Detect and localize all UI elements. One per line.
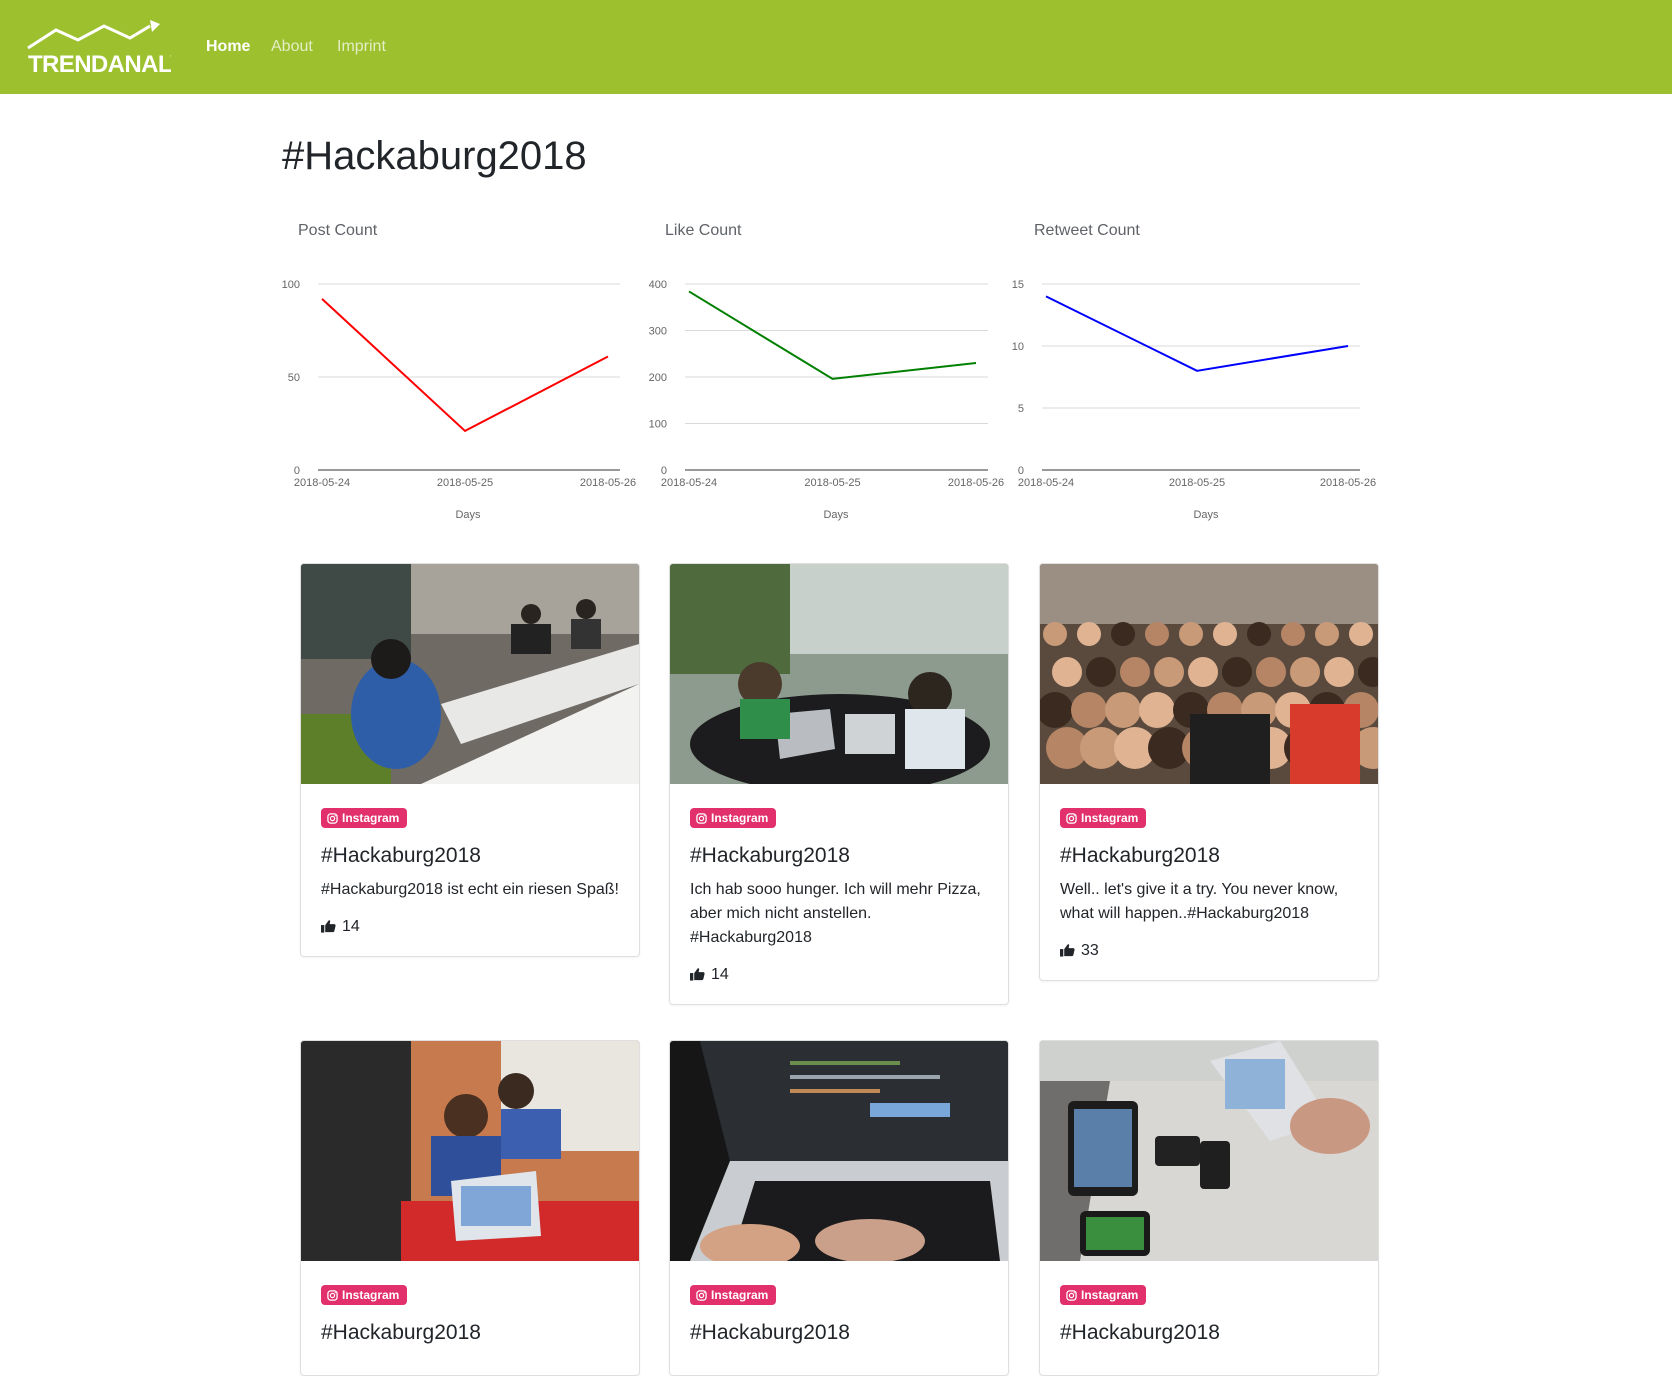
like-count-ytick-label: 200 xyxy=(649,372,667,384)
thumbs-up-icon xyxy=(690,968,705,981)
thumbs-up-icon xyxy=(1060,944,1075,957)
source-badge-label: Instagram xyxy=(342,1288,400,1302)
post-count-chart-title: Post Count xyxy=(298,222,378,239)
like-count: 33 xyxy=(1060,942,1358,960)
post-text: Ich hab sooo hunger. Ich will mehr Pizza… xyxy=(690,881,981,946)
instagram-icon xyxy=(1066,813,1077,824)
source-badge-label: Instagram xyxy=(711,1288,769,1302)
post-count-xtick-label: 2018-05-26 xyxy=(580,477,636,489)
nav-home[interactable]: Home xyxy=(206,38,250,56)
post-text: #Hackaburg2018 ist echt ein riesen Spaß! xyxy=(321,881,619,898)
instagram-icon xyxy=(1066,1290,1077,1301)
retweet-count-ytick-label: 10 xyxy=(1012,341,1024,353)
instagram-icon xyxy=(327,813,338,824)
nav-about[interactable]: About xyxy=(271,38,313,56)
retweet-count-chart: 0 5 10 15 2018-05-24 2018-05-25 2018-05-26 Days xyxy=(1012,279,1376,521)
like-count: 14 xyxy=(321,918,619,936)
post-count-series-line xyxy=(321,298,609,433)
post-card[interactable]: Instagram #Hackaburg2018 xyxy=(1039,1040,1379,1376)
post-card[interactable]: Instagram #Hackaburg2018 Ich hab sooo hung… xyxy=(669,563,1009,1005)
source-badge: Instagram xyxy=(1060,1285,1147,1305)
post-title: #Hackaburg2018 xyxy=(321,844,481,867)
post-count-ytick-label: 0 xyxy=(294,465,300,477)
retweet-count-xtick-label: 2018-05-26 xyxy=(1320,477,1376,489)
source-badge-label: Instagram xyxy=(1081,1288,1139,1302)
source-badge: Instagram xyxy=(321,808,408,828)
like-count-chart-title: Like Count xyxy=(665,222,742,239)
like-count: 14 xyxy=(690,966,988,984)
source-badge-label: Instagram xyxy=(711,811,769,825)
post-card-body: Instagram #Hackaburg2018 xyxy=(301,1261,639,1375)
post-photo xyxy=(301,1041,639,1261)
page-title: #Hackaburg2018 xyxy=(282,134,587,178)
retweet-count-chart-title: Retweet Count xyxy=(1034,222,1140,239)
post-card[interactable]: Instagram #Hackaburg2018 Well.. let's give… xyxy=(1039,563,1379,981)
post-count-xtick-label: 2018-05-25 xyxy=(437,477,493,489)
post-card[interactable]: Instagram #Hackaburg2018 xyxy=(669,1040,1009,1376)
post-photo xyxy=(670,564,1008,784)
instagram-icon xyxy=(696,1290,707,1301)
thumbs-up-icon xyxy=(321,920,336,933)
post-title: #Hackaburg2018 xyxy=(321,1321,481,1344)
source-badge: Instagram xyxy=(690,808,777,828)
retweet-count-xtick-label: 2018-05-25 xyxy=(1169,477,1225,489)
retweet-count-ytick-label: 15 xyxy=(1012,279,1024,291)
post-card[interactable]: Instagram #Hackaburg2018 xyxy=(300,1040,640,1376)
like-count-ytick-label: 400 xyxy=(649,279,667,291)
post-count-ytick-label: 50 xyxy=(288,372,300,384)
instagram-icon xyxy=(696,813,707,824)
post-title: #Hackaburg2018 xyxy=(690,1321,850,1344)
nav-imprint[interactable]: Imprint xyxy=(337,38,386,56)
post-title: #Hackaburg2018 xyxy=(690,844,850,867)
post-text: Well.. let's give it a try. You never kn… xyxy=(1060,881,1339,922)
post-title: #Hackaburg2018 xyxy=(1060,844,1220,867)
like-count-value: 14 xyxy=(711,966,729,983)
source-badge: Instagram xyxy=(1060,808,1147,828)
like-count-value: 14 xyxy=(342,918,360,935)
navbar: TRENDANALYZER Home About Imprint xyxy=(0,0,1672,94)
source-badge-label: Instagram xyxy=(1081,811,1139,825)
post-count-x-axis-label: Days xyxy=(455,509,481,521)
retweet-count-series-line xyxy=(1045,295,1349,372)
source-badge-label: Instagram xyxy=(342,811,400,825)
post-card-body: Instagram #Hackaburg2018 Ich hab sooo hung… xyxy=(670,784,1008,1004)
like-count-series-line xyxy=(688,290,977,380)
post-photo xyxy=(670,1041,1008,1261)
like-count-xtick-label: 2018-05-25 xyxy=(804,477,860,489)
like-count-ytick-label: 0 xyxy=(661,465,667,477)
post-photo xyxy=(301,564,639,784)
trendanalyzer-logo[interactable]: TRENDANALYZER xyxy=(26,20,171,76)
retweet-count-ytick-label: 0 xyxy=(1018,465,1024,477)
like-count-xtick-label: 2018-05-24 xyxy=(661,477,717,489)
post-card-body: Instagram #Hackaburg2018 #Hackaburg2018 is… xyxy=(301,784,639,956)
like-count-xtick-label: 2018-05-26 xyxy=(948,477,1004,489)
source-badge: Instagram xyxy=(321,1285,408,1305)
like-count-x-axis-label: Days xyxy=(823,509,849,521)
post-count-ytick-label: 100 xyxy=(282,279,300,291)
post-card-body: Instagram #Hackaburg2018 Well.. let's give… xyxy=(1040,784,1378,980)
post-count-xtick-label: 2018-05-24 xyxy=(294,477,350,489)
post-card-body: Instagram #Hackaburg2018 xyxy=(670,1261,1008,1375)
like-count-ytick-label: 300 xyxy=(649,326,667,338)
instagram-icon xyxy=(327,1290,338,1301)
post-count-chart: 0 50 100 2018-05-24 2018-05-25 2018-05-26 Days xyxy=(282,279,637,521)
svg-text:TRENDANALYZER: TRENDANALYZER xyxy=(28,51,171,76)
post-photo xyxy=(1040,564,1378,784)
post-card[interactable]: Instagram #Hackaburg2018 #Hackaburg2018 is… xyxy=(300,563,640,957)
post-photo xyxy=(1040,1041,1378,1261)
retweet-count-ytick-label: 5 xyxy=(1018,403,1024,415)
like-count-chart: 0 100 200 300 400 2018-05-24 2018-05-25 2018-05… xyxy=(649,279,1005,521)
like-count-ytick-label: 100 xyxy=(649,419,667,431)
source-badge: Instagram xyxy=(690,1285,777,1305)
retweet-count-xtick-label: 2018-05-24 xyxy=(1018,477,1074,489)
like-count-value: 33 xyxy=(1081,942,1099,959)
retweet-count-x-axis-label: Days xyxy=(1193,509,1219,521)
post-title: #Hackaburg2018 xyxy=(1060,1321,1220,1344)
post-card-body: Instagram #Hackaburg2018 xyxy=(1040,1261,1378,1375)
